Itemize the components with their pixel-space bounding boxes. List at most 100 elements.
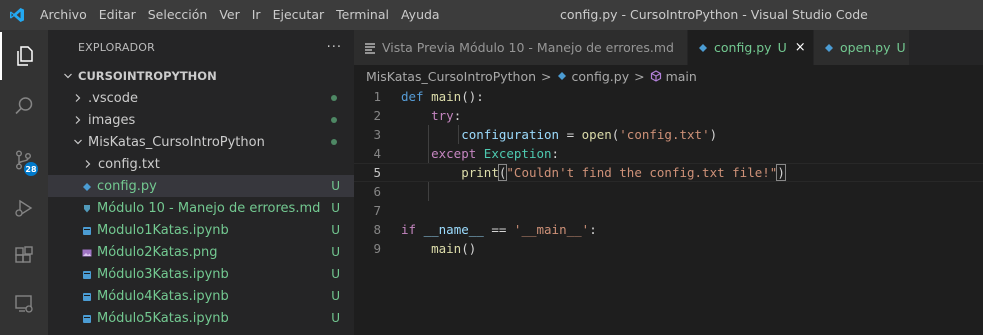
source-control-activity[interactable]: 28 — [0, 136, 48, 184]
tree-item-miskatas[interactable]: MisKatas_CursoIntroPython — [48, 131, 354, 153]
python-file-icon — [82, 181, 92, 191]
tree-item-label: config.txt — [98, 156, 160, 172]
tree-item-modulo2-png[interactable]: Módulo2Katas.png U — [48, 241, 354, 263]
menu-editar[interactable]: Editar — [93, 0, 142, 30]
modified-dot-icon — [331, 117, 337, 123]
tab-open-py[interactable]: open.py U — [814, 30, 910, 65]
notebook-file-icon — [82, 269, 92, 279]
menu-ir[interactable]: Ir — [246, 0, 267, 30]
tree-item-label: .vscode — [88, 90, 138, 106]
more-actions-icon[interactable]: ··· — [327, 40, 342, 55]
editor-tabs: Vista Previa Módulo 10 - Manejo de error… — [354, 30, 983, 65]
code-token: : — [551, 146, 560, 161]
code-line: 6 — [354, 182, 983, 201]
line-number: 5 — [373, 165, 381, 180]
menu-archivo[interactable]: Archivo — [34, 0, 93, 30]
line-number: 9 — [373, 241, 381, 256]
modified-dot-icon — [331, 95, 337, 101]
code-token: == — [483, 222, 514, 237]
run-debug-icon — [15, 199, 33, 217]
code-line: 9 main() — [354, 239, 983, 258]
menu-ayuda[interactable]: Ayuda — [395, 0, 446, 30]
code-token: () — [461, 241, 477, 256]
tree-item-label: Módulo 10 - Manejo de errores.md — [97, 200, 321, 216]
tree-item-modulo4-ipynb[interactable]: Módulo4Katas.ipynb U — [48, 285, 354, 307]
code-editor[interactable]: 1 def main(): 2 try: 3 configuration = o… — [354, 87, 983, 258]
chevron-down-icon — [72, 137, 84, 147]
line-number: 4 — [373, 146, 381, 161]
breadcrumb-file[interactable]: config.py — [572, 69, 630, 84]
code-line: 3 configuration = open('config.txt') — [354, 125, 983, 144]
workspace-root[interactable]: CURSOINTROPYTHON — [48, 65, 354, 87]
code-line: 7 — [354, 201, 983, 220]
scm-badge: 28 — [24, 162, 38, 176]
code-token: (): — [461, 89, 484, 104]
code-token: : — [453, 108, 462, 123]
menu-terminal[interactable]: Terminal — [330, 0, 395, 30]
line-number: 7 — [373, 203, 381, 218]
notebook-file-icon — [82, 291, 92, 301]
tree-item-config-py[interactable]: config.py U — [48, 175, 354, 197]
chevron-right-icon — [82, 159, 94, 169]
line-number: 8 — [373, 222, 381, 237]
code-line: 8 if __name__ == '__main__': — [354, 220, 983, 239]
close-icon[interactable]: × — [795, 40, 806, 55]
tab-status-badge: U — [896, 40, 906, 55]
tree-item-label: config.py — [97, 178, 157, 194]
line-number: 1 — [373, 89, 381, 104]
tree-item-vscode[interactable]: .vscode — [48, 87, 354, 109]
tab-label: open.py — [840, 40, 891, 55]
tree-item-modulo1-ipynb[interactable]: Modulo1Katas.ipynb U — [48, 219, 354, 241]
tree-item-images[interactable]: images — [48, 109, 354, 131]
matching-bracket: ) — [776, 164, 786, 181]
code-line: 2 try: — [354, 106, 983, 125]
chevron-right-icon — [72, 93, 84, 103]
search-activity[interactable] — [0, 82, 48, 130]
breadcrumb-folder[interactable]: MisKatas_CursoIntroPython — [366, 69, 536, 84]
tree-item-modulo3-ipynb[interactable]: Módulo3Katas.ipynb U — [48, 263, 354, 285]
tree-item-label: Módulo5Katas.ipynb — [97, 310, 229, 326]
code-token: 'config.txt' — [619, 127, 710, 142]
line-number: 3 — [373, 127, 381, 142]
code-token: if — [401, 222, 417, 237]
notebook-file-icon — [82, 225, 92, 235]
code-token: __name__ — [423, 222, 484, 237]
menu-ver[interactable]: Ver — [213, 0, 245, 30]
run-debug-activity[interactable] — [0, 184, 48, 232]
tab-label: config.py — [714, 40, 772, 55]
menu-seleccion[interactable]: Selección — [142, 0, 214, 30]
code-token: '__main__' — [513, 222, 590, 237]
extensions-activity[interactable] — [0, 232, 48, 280]
git-status-badge: U — [331, 223, 340, 237]
explorer-activity[interactable] — [0, 32, 48, 80]
files-icon — [17, 46, 33, 66]
code-token: try — [431, 108, 454, 123]
tree-item-config-txt[interactable]: config.txt — [48, 153, 354, 175]
code-line: 1 def main(): — [354, 87, 983, 106]
git-status-badge: U — [331, 267, 340, 281]
git-status-badge: U — [331, 245, 340, 259]
tree-item-modulo10-md[interactable]: Módulo 10 - Manejo de errores.md U — [48, 197, 354, 219]
tab-status-badge: U — [777, 40, 787, 55]
tree-item-modulo5-ipynb[interactable]: Módulo5Katas.ipynb U — [48, 307, 354, 329]
tab-preview-modulo10[interactable]: Vista Previa Módulo 10 - Manejo de error… — [354, 30, 688, 65]
code-line-current: 5 print("Couldn't find the config.txt fi… — [354, 163, 983, 182]
tree-item-label: Modulo1Katas.ipynb — [97, 222, 229, 238]
code-token: main — [431, 241, 462, 256]
remote-explorer-activity[interactable] — [0, 280, 48, 328]
code-token: open — [581, 127, 612, 142]
breadcrumb-symbol[interactable]: main — [666, 69, 697, 84]
menu-ejecutar[interactable]: Ejecutar — [267, 0, 331, 30]
tab-label: Vista Previa Módulo 10 - Manejo de error… — [382, 40, 674, 55]
chevron-right-icon — [72, 115, 84, 125]
method-symbol-icon — [650, 70, 662, 82]
title-bar: Archivo Editar Selección Ver Ir Ejecutar… — [0, 0, 983, 30]
tab-config-py[interactable]: config.py U × — [688, 30, 814, 65]
workspace-root-label: CURSOINTROPYTHON — [78, 69, 217, 83]
git-status-badge: U — [331, 179, 340, 193]
chevron-down-icon — [62, 71, 74, 81]
git-status-badge: U — [331, 201, 340, 215]
git-status-badge: U — [331, 311, 340, 325]
image-file-icon — [82, 247, 92, 257]
code-token: print — [461, 165, 499, 180]
